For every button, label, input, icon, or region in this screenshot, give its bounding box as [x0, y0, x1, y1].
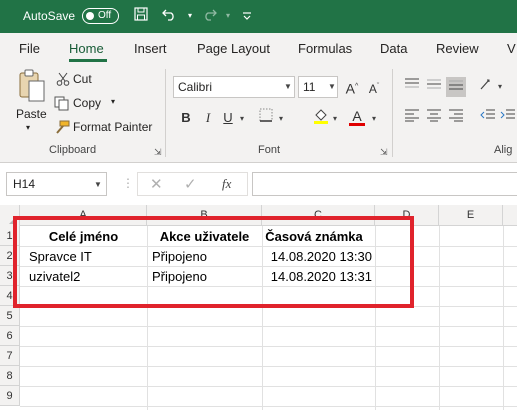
- column-header-e[interactable]: E: [439, 205, 503, 226]
- group-separator: [165, 69, 166, 157]
- ribbon-tabs: File Home Insert Page Layout Formulas Da…: [0, 33, 517, 63]
- font-size-dropdown-icon[interactable]: ▼: [328, 82, 336, 91]
- paste-icon: [19, 69, 45, 102]
- fill-color-icon[interactable]: [311, 107, 331, 127]
- font-name-select[interactable]: Calibri: [173, 76, 295, 98]
- active-tab-indicator: [69, 59, 107, 62]
- font-name-value: Calibri: [178, 80, 213, 94]
- formula-bar-grip-icon[interactable]: ⋮: [122, 176, 134, 190]
- font-group-label: Font: [258, 144, 281, 156]
- gridline: [439, 226, 440, 410]
- cancel-icon[interactable]: ✕: [150, 175, 163, 193]
- name-box-dropdown-icon[interactable]: ▼: [94, 180, 102, 189]
- redo-dropdown-icon[interactable]: ▾: [218, 7, 238, 25]
- bold-icon[interactable]: B: [176, 108, 196, 128]
- cut-label: Cut: [73, 72, 92, 86]
- font-size-value: 11: [303, 80, 316, 94]
- align-top-icon[interactable]: [402, 77, 422, 97]
- clipboard-group-label: Clipboard: [49, 144, 97, 156]
- clipboard-launcher-icon[interactable]: ⇲: [154, 147, 162, 158]
- toggle-state-label: Off: [98, 10, 112, 21]
- paintbrush-icon: [56, 120, 70, 134]
- cut-button[interactable]: Cut: [56, 71, 116, 89]
- increase-indent-icon[interactable]: [498, 108, 517, 128]
- save-icon[interactable]: [131, 7, 151, 25]
- autosave-toggle[interactable]: Off: [82, 8, 119, 24]
- format-painter-button[interactable]: Format Painter: [54, 119, 154, 137]
- font-color-icon[interactable]: A: [347, 106, 367, 126]
- name-box[interactable]: H14: [6, 172, 107, 196]
- font-launcher-icon[interactable]: ⇲: [380, 147, 388, 158]
- underline-icon[interactable]: U: [218, 108, 238, 128]
- align-right-icon[interactable]: [446, 108, 466, 128]
- tab-review[interactable]: Review: [436, 41, 479, 56]
- row-header-6[interactable]: 6: [0, 326, 20, 346]
- gridline: [20, 366, 517, 367]
- orientation-dropdown-icon[interactable]: ▾: [498, 82, 502, 91]
- borders-icon[interactable]: [256, 108, 276, 128]
- insert-function-icon[interactable]: fx: [222, 176, 231, 192]
- enter-icon[interactable]: ✓: [184, 175, 197, 193]
- toggle-knob: [86, 12, 94, 20]
- format-painter-label: Format Painter: [73, 120, 153, 134]
- align-center-icon[interactable]: [424, 108, 444, 128]
- gridline: [20, 346, 517, 347]
- paste-dropdown-icon[interactable]: ▾: [26, 123, 30, 132]
- row-header-8[interactable]: 8: [0, 366, 20, 386]
- name-box-value: H14: [13, 177, 36, 191]
- fill-color-dropdown-icon[interactable]: ▾: [333, 114, 337, 123]
- orientation-icon[interactable]: [478, 77, 498, 97]
- font-name-dropdown-icon[interactable]: ▼: [284, 82, 292, 91]
- decrease-indent-icon[interactable]: [478, 108, 498, 128]
- copy-icon: [54, 96, 69, 111]
- tab-page-layout[interactable]: Page Layout: [197, 41, 270, 56]
- tab-insert[interactable]: Insert: [134, 41, 167, 56]
- paste-button[interactable]: Paste ▾: [14, 69, 48, 132]
- gridline: [20, 406, 517, 407]
- tab-home[interactable]: Home: [69, 41, 104, 56]
- redo-icon[interactable]: [199, 7, 219, 25]
- autosave-label: AutoSave: [23, 9, 76, 23]
- alignment-group-label: Alig: [494, 144, 513, 156]
- scissors-icon: [56, 72, 70, 86]
- align-left-icon[interactable]: [402, 108, 422, 128]
- tab-formulas[interactable]: Formulas: [298, 41, 352, 56]
- italic-icon[interactable]: I: [198, 108, 218, 128]
- increase-font-size-icon[interactable]: A^: [342, 77, 362, 97]
- group-separator: [392, 69, 393, 157]
- align-middle-icon[interactable]: [424, 77, 444, 97]
- font-color-dropdown-icon[interactable]: ▾: [372, 114, 376, 123]
- undo-icon[interactable]: [160, 7, 180, 25]
- underline-dropdown-icon[interactable]: ▾: [240, 114, 244, 123]
- undo-dropdown-icon[interactable]: ▾: [180, 7, 200, 25]
- decrease-font-size-icon[interactable]: Aˇ: [364, 77, 384, 97]
- tab-view[interactable]: V: [507, 41, 516, 56]
- row-header-5[interactable]: 5: [0, 306, 20, 326]
- gridline: [20, 386, 517, 387]
- tab-file[interactable]: File: [19, 41, 40, 56]
- formula-buttons: ✕ ✓ fx: [137, 172, 248, 196]
- copy-label: Copy: [73, 96, 102, 110]
- tab-data[interactable]: Data: [380, 41, 407, 56]
- copy-dropdown-icon[interactable]: ▾: [111, 97, 115, 106]
- highlight-rectangle: [13, 216, 414, 308]
- formula-input[interactable]: [252, 172, 517, 196]
- row-header-9[interactable]: 9: [0, 386, 20, 406]
- gridline: [20, 326, 517, 327]
- align-bottom-icon[interactable]: [446, 77, 466, 97]
- title-bar: AutoSave Off ▾ ▾: [0, 0, 517, 33]
- gridline: [503, 226, 504, 410]
- row-header-7[interactable]: 7: [0, 346, 20, 366]
- paste-label: Paste: [16, 107, 47, 121]
- customize-toolbar-icon[interactable]: [237, 7, 257, 25]
- copy-button[interactable]: Copy ▾: [54, 95, 124, 113]
- ribbon: Paste ▾ Cut Copy ▾ Format Painter Clipbo…: [0, 63, 517, 163]
- borders-dropdown-icon[interactable]: ▾: [279, 114, 283, 123]
